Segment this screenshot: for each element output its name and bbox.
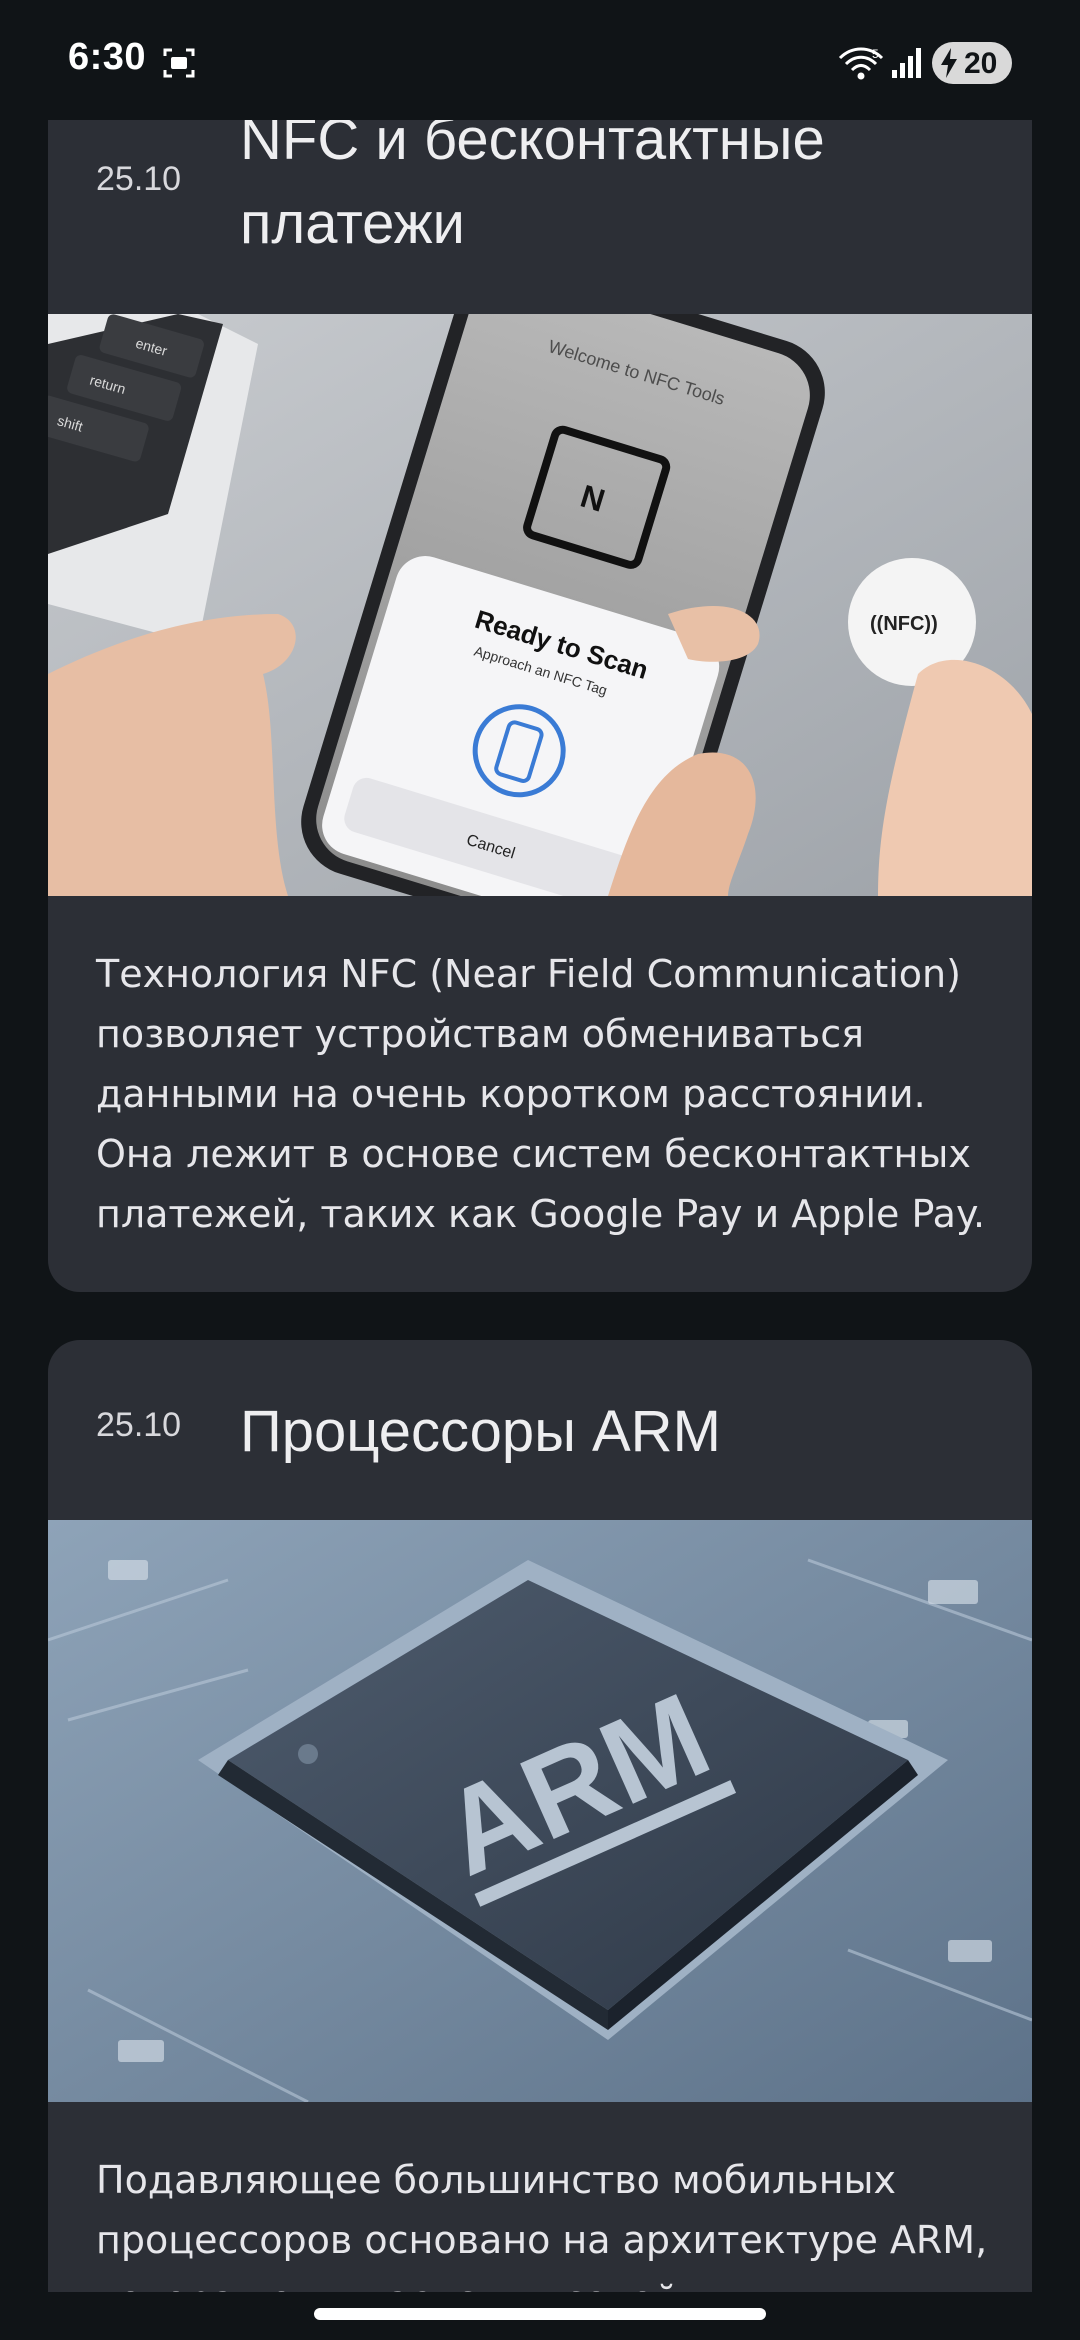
card-date: 25.10 (96, 160, 182, 198)
card-title: Процессоры ARM (240, 1399, 721, 1464)
news-feed[interactable]: 25.10 NFC и бесконтактные платежи enter (0, 0, 1080, 2292)
signal-icon (892, 48, 921, 78)
status-time: 6:30 (68, 36, 147, 78)
gesture-nav-bar (0, 2292, 1080, 2340)
arm-article-image: ARM (48, 1520, 1032, 2102)
news-card[interactable]: 25.10 Процессоры ARM ARM Подавляющее бол… (48, 1340, 1032, 2292)
nfc-article-image: enter return shift Welcome to NFC Tools … (48, 314, 1032, 896)
news-card[interactable]: 25.10 NFC и бесконтактные платежи enter (48, 0, 1032, 1292)
wifi-icon: 5 (838, 47, 884, 80)
battery-indicator: 20 (932, 42, 1012, 84)
gesture-handle[interactable] (314, 2308, 766, 2320)
svg-text:((NFC)): ((NFC)) (870, 613, 938, 635)
status-bar: 6:30 5 20 (0, 0, 1080, 120)
card-body-text: Подавляющее большинство мобильных процес… (96, 2158, 988, 2292)
svg-text:5: 5 (872, 47, 879, 61)
card-title: NFC и бесконтактные платежи (240, 107, 825, 256)
screenshot-icon (163, 48, 195, 78)
card-date: 25.10 (96, 1406, 182, 1444)
battery-charging-icon (941, 48, 957, 78)
battery-level: 20 (964, 47, 998, 80)
card-body-text: Технология NFC (Near Field Communication… (96, 952, 986, 1236)
